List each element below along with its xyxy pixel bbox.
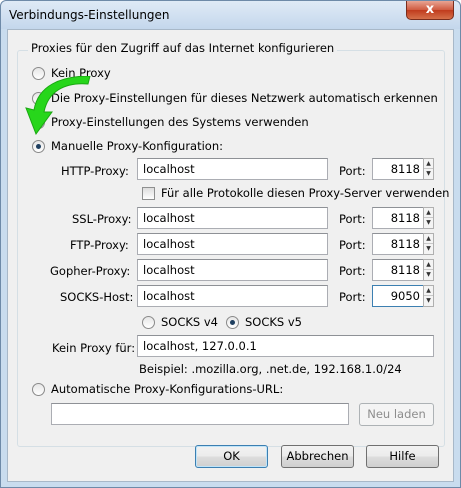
http-port-label: Port: [339,164,366,178]
cancel-button[interactable]: Abbrechen [281,445,354,468]
gopher-proxy-label: Gopher-Proxy: [50,264,131,278]
socks-host-input[interactable]: localhost [137,285,328,307]
arrow-shape [25,76,91,136]
spin-down-icon[interactable]: ▼ [424,296,433,306]
no-proxy-example: Beispiel: .mozilla.org, .net.de, 192.168… [139,362,402,376]
all-protocols-checkbox[interactable] [142,187,155,200]
gopher-proxy-input[interactable]: localhost [137,259,328,281]
label-auto-detect: Die Proxy-Einstellungen für dieses Netzw… [51,91,438,105]
http-proxy-label: HTTP-Proxy: [61,164,129,178]
group-legend: Proxies für den Zugriff auf das Internet… [28,41,338,55]
spin-down-icon[interactable]: ▼ [424,270,433,280]
radio-manual-proxy[interactable] [32,140,45,153]
socks-host-label: SOCKS-Host: [60,290,134,304]
ssl-port-label: Port: [339,212,366,226]
gopher-port-spinner[interactable]: ▲ ▼ [423,259,434,281]
ok-button[interactable]: OK [195,445,268,468]
spin-up-icon[interactable]: ▲ [424,159,433,169]
title-bar[interactable]: Verbindungs-Einstellungen x [1,1,460,29]
close-button[interactable]: x [406,1,454,20]
spin-down-icon[interactable]: ▼ [424,169,433,179]
http-port-spinner[interactable]: ▲ ▼ [423,158,434,180]
window-title: Verbindungs-Einstellungen [9,8,170,22]
help-button[interactable]: Hilfe [366,445,439,468]
label-auto-config-url: Automatische Proxy-Konfigurations-URL: [51,382,284,396]
no-proxy-for-input[interactable]: localhost, 127.0.0.1 [137,335,434,357]
gopher-port-label: Port: [339,264,366,278]
ssl-proxy-input[interactable]: localhost [137,207,328,229]
http-port-input[interactable]: 8118 [372,158,424,180]
spin-up-icon[interactable]: ▲ [424,286,433,296]
spin-up-icon[interactable]: ▲ [424,234,433,244]
socks-port-label: Port: [339,290,366,304]
dialog-window: Verbindungs-Einstellungen x Proxies für … [0,0,461,488]
radio-socks-v4[interactable] [142,316,155,329]
ssl-port-spinner[interactable]: ▲ ▼ [423,207,434,229]
radio-auto-config-url[interactable] [32,383,45,396]
auto-config-url-input[interactable] [51,403,349,425]
ssl-proxy-label: SSL-Proxy: [72,212,132,226]
ftp-port-label: Port: [339,238,366,252]
socks-v4-label: SOCKS v4 [161,315,219,329]
label-manual-proxy: Manuelle Proxy-Konfiguration: [51,139,223,153]
http-proxy-input[interactable]: localhost [137,158,328,180]
spin-up-icon[interactable]: ▲ [424,208,433,218]
no-proxy-for-label: Kein Proxy für: [52,341,136,355]
all-protocols-label: Für alle Protokolle diesen Proxy-Server … [161,186,450,200]
ssl-port-input[interactable]: 8118 [372,207,424,229]
socks-port-spinner[interactable]: ▲ ▼ [423,285,434,307]
ftp-proxy-input[interactable]: localhost [137,233,328,255]
gopher-port-input[interactable]: 8118 [372,259,424,281]
socks-port-input[interactable]: 9050 [372,285,424,307]
ftp-port-spinner[interactable]: ▲ ▼ [423,233,434,255]
spin-down-icon[interactable]: ▼ [424,218,433,228]
spin-down-icon[interactable]: ▼ [424,244,433,254]
ftp-proxy-label: FTP-Proxy: [70,238,129,252]
radio-socks-v5[interactable] [226,316,239,329]
close-icon: x [425,2,435,17]
socks-v5-label: SOCKS v5 [245,315,303,329]
reload-button[interactable]: Neu laden [359,403,434,426]
ftp-port-input[interactable]: 8118 [372,233,424,255]
spin-up-icon[interactable]: ▲ [424,260,433,270]
annotation-arrow-icon [25,76,91,136]
